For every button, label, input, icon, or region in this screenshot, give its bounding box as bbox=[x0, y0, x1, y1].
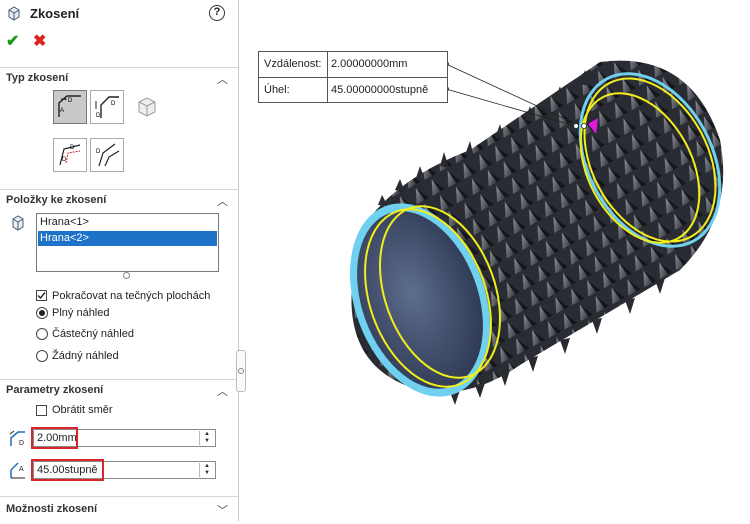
face-face-button[interactable]: D bbox=[90, 138, 124, 172]
svg-text:A: A bbox=[19, 466, 24, 473]
distance-highlight bbox=[31, 427, 78, 449]
svg-text:D: D bbox=[68, 98, 73, 104]
face-face-icon: D bbox=[96, 143, 120, 167]
resize-handle[interactable] bbox=[123, 272, 130, 279]
svg-text:D: D bbox=[96, 149, 101, 155]
svg-text:D: D bbox=[19, 440, 24, 447]
feature-title: Zkosení bbox=[30, 6, 80, 21]
angle-highlight bbox=[31, 459, 104, 481]
tangent-propagation-label: Pokračovat na tečných plochách bbox=[52, 290, 211, 302]
no-preview-radio[interactable] bbox=[36, 350, 48, 362]
spin-up-icon[interactable]: ▲ bbox=[200, 431, 214, 438]
svg-text:D: D bbox=[111, 101, 116, 107]
partial-preview-radio[interactable] bbox=[36, 328, 48, 340]
tangent-propagation-checkbox[interactable] bbox=[36, 290, 47, 301]
chevron-down-icon[interactable]: ﹀ bbox=[217, 502, 228, 518]
callout-angle-row[interactable]: Úhel: 45.00000000stupně bbox=[259, 78, 447, 102]
spin-down-icon[interactable]: ▼ bbox=[200, 438, 214, 445]
angle-distance-button[interactable]: D A bbox=[53, 90, 87, 124]
chamfer-feature-icon bbox=[8, 6, 20, 21]
section-chamfer-options[interactable]: Možnosti zkosení ﹀ bbox=[0, 496, 238, 521]
flip-direction-label: Obrátit směr bbox=[52, 404, 113, 416]
list-item[interactable]: Hrana<1> bbox=[38, 215, 217, 230]
chevron-up-icon[interactable]: ︿ bbox=[217, 193, 228, 209]
offset-face-icon: D D bbox=[59, 144, 81, 166]
callout-distance-row[interactable]: Vzdálenost: 2.00000000mm bbox=[259, 52, 447, 76]
section-title: Položky ke zkosení bbox=[6, 194, 107, 206]
callout-distance-value[interactable]: 2.00000000mm bbox=[331, 58, 407, 70]
section-chamfer-type[interactable]: Typ zkosení ︿ bbox=[0, 67, 238, 88]
section-title: Parametry zkosení bbox=[6, 384, 104, 396]
spin-up-icon[interactable]: ▲ bbox=[200, 463, 214, 470]
svg-text:D: D bbox=[96, 113, 101, 119]
svg-text:A: A bbox=[60, 108, 64, 114]
no-preview-label: Žádný náhled bbox=[52, 350, 119, 362]
spin-down-icon[interactable]: ▼ bbox=[200, 470, 214, 477]
flip-direction-checkbox[interactable] bbox=[36, 405, 47, 416]
full-preview-radio[interactable] bbox=[36, 307, 48, 319]
angle-distance-icon: D A bbox=[58, 95, 81, 117]
svg-text:D: D bbox=[70, 145, 75, 151]
chevron-up-icon[interactable]: ︿ bbox=[217, 383, 228, 399]
section-title: Možnosti zkosení bbox=[6, 503, 98, 515]
help-icon[interactable]: ? bbox=[209, 5, 225, 21]
edges-selection-icon bbox=[12, 215, 24, 231]
callout-angle-value[interactable]: 45.00000000stupně bbox=[331, 84, 428, 96]
section-items-to-chamfer[interactable]: Položky ke zkosení ︿ bbox=[0, 189, 238, 210]
cancel-button[interactable]: ✖ bbox=[33, 31, 46, 51]
distance-distance-button[interactable]: D D bbox=[90, 90, 124, 124]
check-icon bbox=[37, 292, 46, 300]
svg-text:D: D bbox=[62, 157, 67, 163]
angle-spinner[interactable]: ▲ ▼ bbox=[199, 463, 214, 477]
ok-button[interactable]: ✔ bbox=[6, 31, 19, 51]
angle-icon: A bbox=[10, 462, 25, 479]
chevron-up-icon[interactable]: ︿ bbox=[217, 71, 228, 87]
dimension-callout[interactable]: Vzdálenost: 2.00000000mm Úhel: 45.000000… bbox=[258, 51, 448, 103]
full-preview-label: Plný náhled bbox=[52, 307, 110, 319]
distance-icon: D bbox=[9, 430, 25, 447]
callout-angle-label: Úhel: bbox=[264, 84, 290, 96]
section-title: Typ zkosení bbox=[6, 72, 69, 84]
list-item[interactable]: Hrana<2> bbox=[38, 231, 217, 246]
title-bar: Zkosení ? bbox=[0, 0, 238, 28]
vertex-chamfer-button[interactable] bbox=[132, 92, 162, 122]
edges-listbox[interactable]: Hrana<1> Hrana<2> bbox=[36, 213, 219, 272]
offset-face-button[interactable]: D D bbox=[53, 138, 87, 172]
distance-spinner[interactable]: ▲ ▼ bbox=[199, 431, 214, 445]
distance-distance-icon: D D bbox=[95, 96, 119, 119]
section-chamfer-parameters[interactable]: Parametry zkosení ︿ bbox=[0, 379, 238, 400]
vertex-chamfer-icon bbox=[138, 97, 156, 117]
property-manager-panel: Zkosení ? ✔ ✖ Typ zkosení ︿ D A D D D D … bbox=[0, 0, 239, 521]
partial-preview-label: Částečný náhled bbox=[52, 328, 134, 340]
callout-distance-label: Vzdálenost: bbox=[264, 58, 322, 70]
